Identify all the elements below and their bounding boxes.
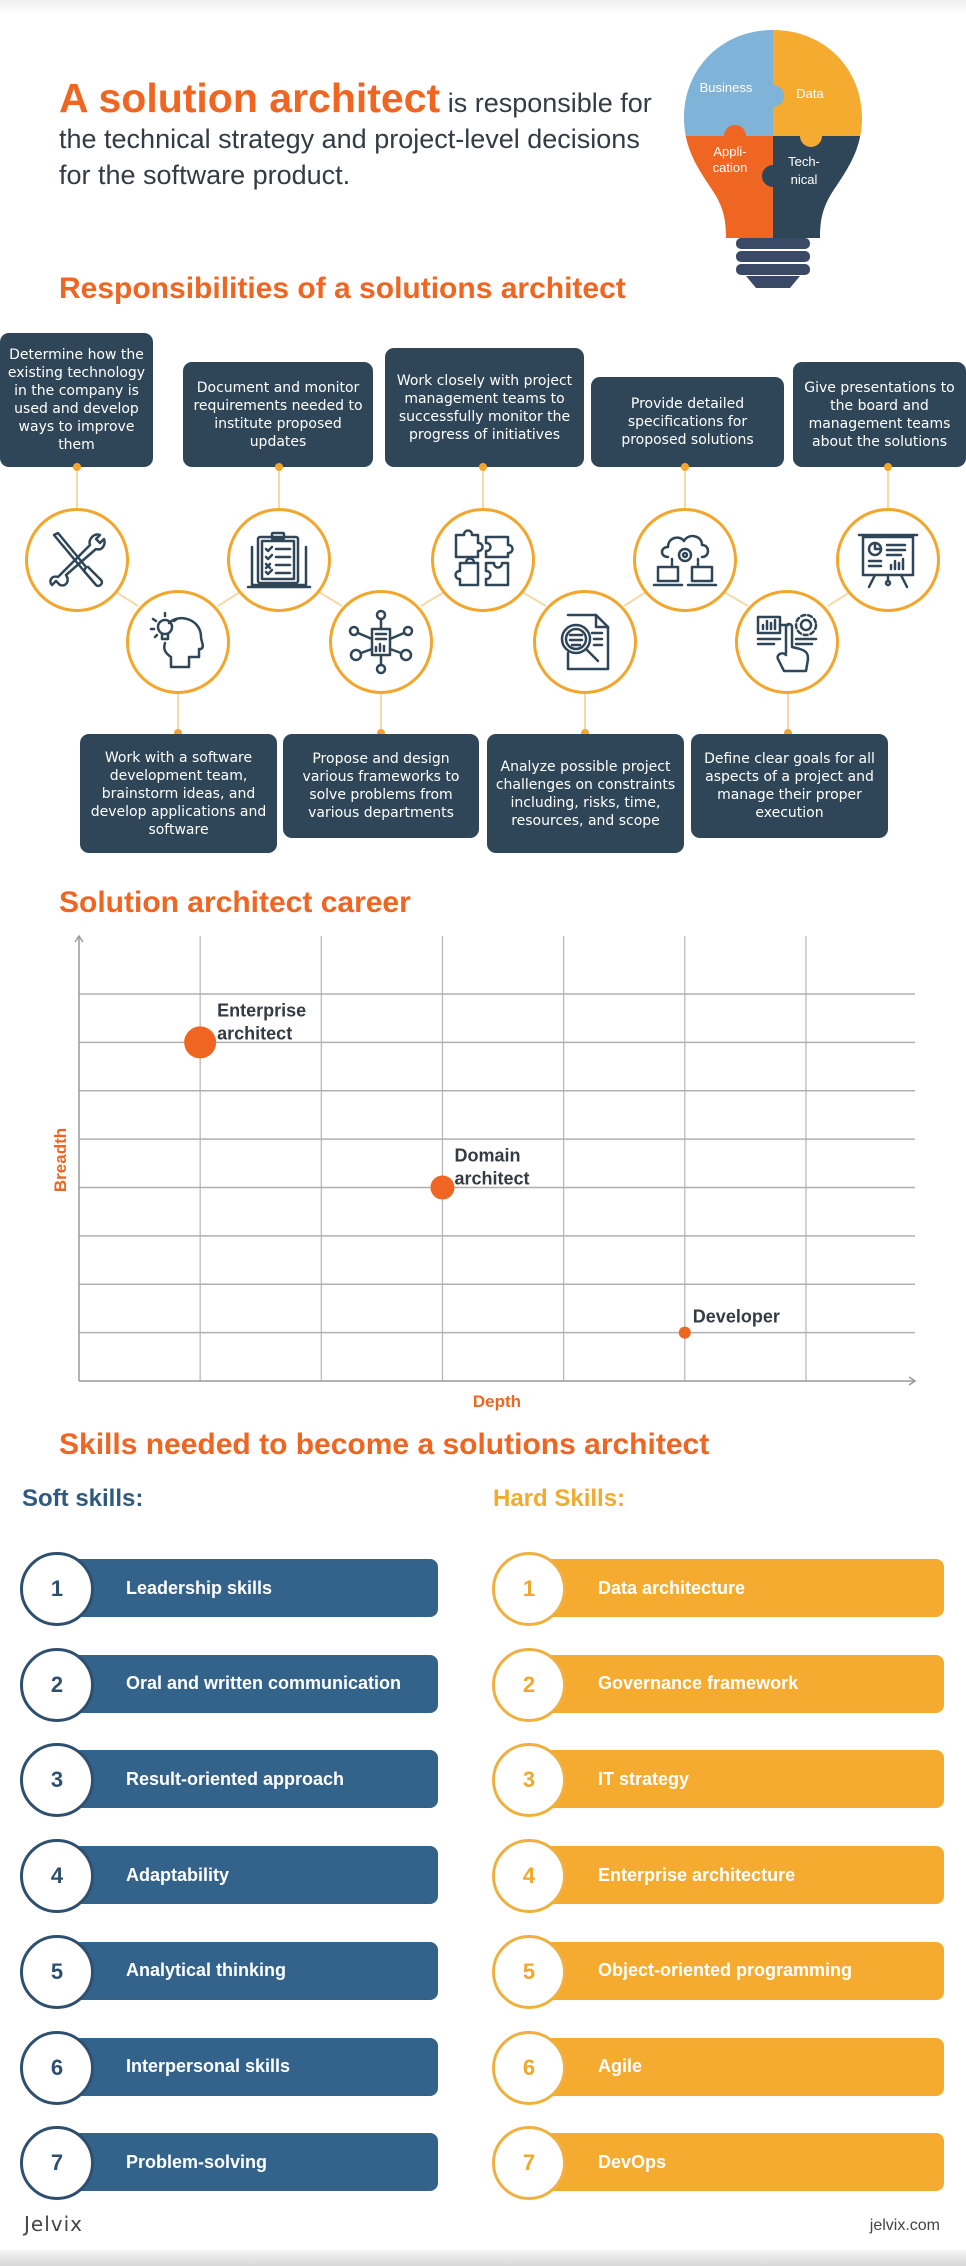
document-magnifier-icon bbox=[560, 613, 610, 671]
responsibility-card: Give presentations to the board and mana… bbox=[793, 362, 966, 467]
skill-number-badge: 4 bbox=[492, 1839, 566, 1914]
responsibility-node bbox=[126, 590, 230, 694]
responsibility-node bbox=[735, 590, 839, 694]
responsibility-card: Propose and design various frameworks to… bbox=[283, 734, 479, 838]
soft-skill-item: Adaptability 4 bbox=[20, 1839, 438, 1914]
hard-skill-item: Governance framework 2 bbox=[492, 1647, 944, 1722]
skill-label: Result-oriented approach bbox=[60, 1750, 438, 1809]
skill-label: Data architecture bbox=[532, 1559, 944, 1617]
career-title: Solution architect career bbox=[59, 886, 411, 919]
skill-label: Leadership skills bbox=[60, 1559, 438, 1617]
hand-touch-dashboard-icon bbox=[756, 613, 818, 673]
skill-number-badge: 7 bbox=[20, 2126, 94, 2201]
career-point-label: Enterprise bbox=[217, 1000, 306, 1020]
hard-skills-heading: Hard Skills: bbox=[493, 1485, 626, 1512]
responsibility-card: Define clear goals for all aspects of a … bbox=[691, 734, 888, 838]
puzzle-pieces-icon bbox=[454, 529, 514, 587]
x-axis-label: Depth bbox=[473, 1392, 521, 1411]
head-lightbulb-icon bbox=[149, 611, 205, 669]
soft-skill-item: Analytical thinking 5 bbox=[20, 1934, 438, 2009]
soft-skill-item: Interpersonal skills 6 bbox=[20, 2030, 438, 2105]
soft-skill-item: Problem-solving 7 bbox=[20, 2126, 438, 2201]
clipboard-checklist-icon bbox=[246, 531, 312, 589]
skill-label: Governance framework bbox=[532, 1654, 944, 1713]
hard-skill-item: DevOps 7 bbox=[492, 2126, 944, 2201]
responsibility-node bbox=[633, 508, 737, 612]
skill-label: Oral and written communication bbox=[60, 1654, 438, 1713]
hard-skill-item: Enterprise architecture 4 bbox=[492, 1839, 944, 1914]
hard-skill-item: Agile 6 bbox=[492, 2030, 944, 2105]
skill-label: IT strategy bbox=[532, 1750, 944, 1809]
responsibility-card: Work closely with project management tea… bbox=[385, 348, 584, 467]
responsibility-card: Work with a software development team, b… bbox=[80, 734, 277, 853]
career-point-label: architect bbox=[217, 1023, 292, 1043]
skill-label: Adaptability bbox=[60, 1846, 438, 1905]
skill-number-badge: 3 bbox=[492, 1743, 566, 1818]
connector-dot bbox=[479, 463, 487, 471]
skill-label: Object-oriented programming bbox=[532, 1941, 944, 2000]
connector-dot bbox=[884, 463, 892, 471]
career-point-label: architect bbox=[454, 1169, 529, 1189]
soft-skills-heading: Soft skills: bbox=[22, 1485, 144, 1512]
skill-number-badge: 3 bbox=[20, 1743, 94, 1818]
skill-number-badge: 6 bbox=[492, 2030, 566, 2105]
skill-number-badge: 2 bbox=[20, 1647, 94, 1722]
skill-label: Problem-solving bbox=[60, 2133, 438, 2192]
cloud-network-icon bbox=[652, 534, 718, 587]
presentation-board-icon bbox=[857, 533, 919, 589]
career-point bbox=[184, 1026, 217, 1059]
jelvix-logo: Jelvix bbox=[24, 2212, 83, 2236]
connector-dot bbox=[73, 463, 81, 471]
soft-skill-item: Oral and written communication 2 bbox=[20, 1647, 438, 1722]
responsibility-node bbox=[329, 590, 433, 694]
skill-number-badge: 5 bbox=[492, 1934, 566, 2009]
responsibility-node bbox=[25, 508, 129, 612]
career-chart: Enterprise architect Domain architect Develo… bbox=[51, 934, 917, 1411]
responsibility-card: Document and monitor requirements needed… bbox=[183, 362, 373, 467]
skill-number-badge: 1 bbox=[20, 1552, 94, 1626]
career-point bbox=[430, 1175, 455, 1200]
bottom-shadow bbox=[0, 2250, 966, 2266]
career-point-label: Domain bbox=[454, 1146, 520, 1166]
hard-skill-item: Object-oriented programming 5 bbox=[492, 1934, 944, 2009]
footer-url: jelvix.com bbox=[869, 2217, 940, 2234]
skill-label: Enterprise architecture bbox=[532, 1846, 944, 1905]
connector-dot bbox=[275, 463, 283, 471]
responsibility-card: Provide detailed specifications for prop… bbox=[591, 377, 784, 467]
skills-title: Skills needed to become a solutions arch… bbox=[59, 1428, 710, 1461]
responsibility-node bbox=[227, 508, 331, 612]
responsibility-card: Analyze possible project challenges on c… bbox=[487, 734, 684, 853]
skill-number-badge: 1 bbox=[492, 1552, 566, 1626]
soft-skill-item: Leadership skills 1 bbox=[20, 1552, 438, 1626]
hard-skill-item: Data architecture 1 bbox=[492, 1552, 944, 1626]
skill-number-badge: 2 bbox=[492, 1647, 566, 1722]
responsibility-node bbox=[836, 508, 940, 612]
responsibility-node bbox=[431, 508, 535, 612]
skill-label: Interpersonal skills bbox=[60, 2037, 438, 2096]
soft-skill-item: Result-oriented approach 3 bbox=[20, 1743, 438, 1818]
network-document-icon bbox=[348, 609, 414, 675]
skill-number-badge: 6 bbox=[20, 2030, 94, 2105]
responsibility-card: Determine how the existing technology in… bbox=[0, 333, 153, 467]
career-point bbox=[678, 1326, 691, 1339]
skill-number-badge: 7 bbox=[492, 2126, 566, 2201]
hard-skill-item: IT strategy 3 bbox=[492, 1743, 944, 1818]
skill-number-badge: 5 bbox=[20, 1934, 94, 2009]
career-point-label: Developer bbox=[693, 1307, 780, 1327]
skill-label: Agile bbox=[532, 2037, 944, 2096]
y-axis-label: Breadth bbox=[51, 1128, 70, 1192]
tools-icon bbox=[49, 531, 106, 588]
responsibility-node bbox=[533, 590, 637, 694]
connector-dot bbox=[681, 463, 689, 471]
skill-label: DevOps bbox=[532, 2133, 944, 2192]
skill-label: Analytical thinking bbox=[60, 1941, 438, 2000]
skill-number-badge: 4 bbox=[20, 1839, 94, 1914]
